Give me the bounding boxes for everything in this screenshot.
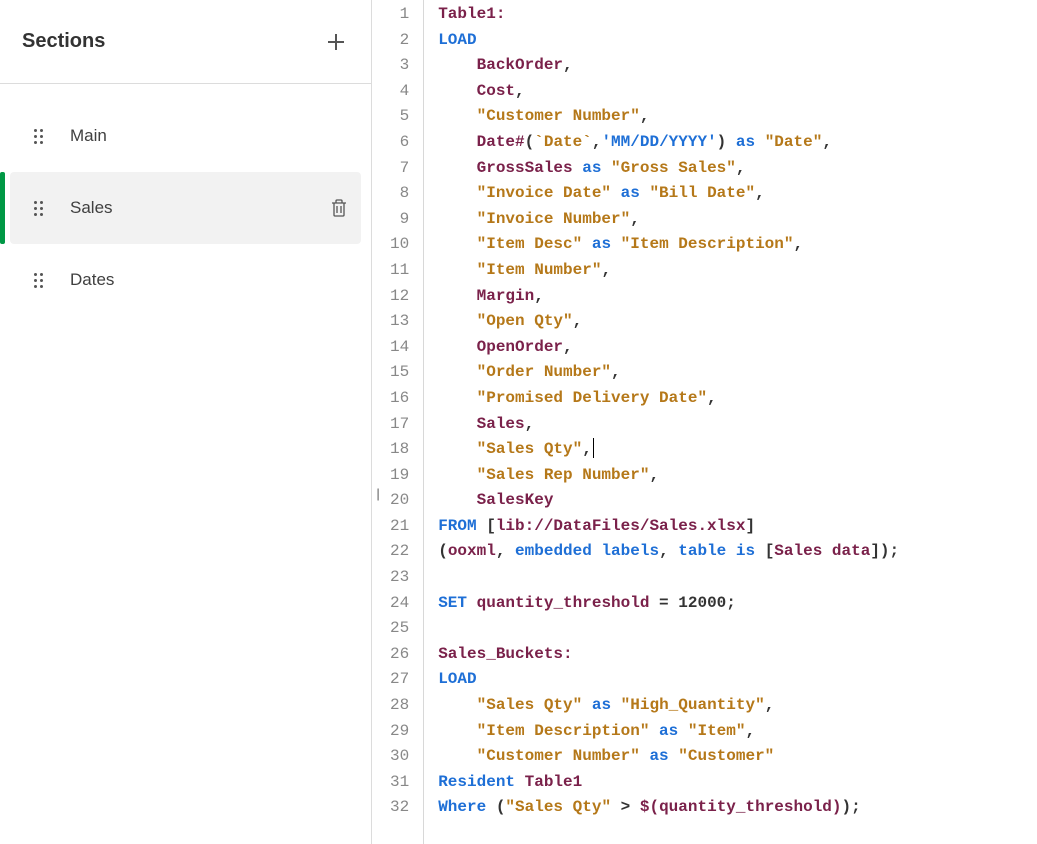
code-line[interactable]: Where ("Sales Qty" > $(quantity_threshol… (438, 795, 1037, 821)
code-line[interactable] (438, 616, 1037, 642)
line-number: 17 (390, 412, 409, 438)
code-line[interactable]: "Invoice Date" as "Bill Date", (438, 181, 1037, 207)
code-line[interactable]: LOAD (438, 667, 1037, 693)
line-number: 19 (390, 463, 409, 489)
line-number: 31 (390, 770, 409, 796)
sidebar-item-label: Main (70, 126, 355, 146)
drag-handle-icon[interactable] (34, 129, 48, 144)
line-number: 29 (390, 719, 409, 745)
sidebar-item-sales[interactable]: Sales (10, 172, 361, 244)
line-number: 23 (390, 565, 409, 591)
line-number: 13 (390, 309, 409, 335)
code-line[interactable]: "Promised Delivery Date", (438, 386, 1037, 412)
code-line[interactable]: "Sales Rep Number", (438, 463, 1037, 489)
add-section-button[interactable] (325, 31, 347, 53)
code-line[interactable]: "Item Description" as "Item", (438, 719, 1037, 745)
line-number: 11 (390, 258, 409, 284)
line-number: 4 (390, 79, 409, 105)
section-list: Main Sales Dates (0, 84, 371, 316)
line-number: 10 (390, 232, 409, 258)
drag-handle-icon[interactable] (34, 273, 48, 288)
line-number: 25 (390, 616, 409, 642)
code-line[interactable]: OpenOrder, (438, 335, 1037, 361)
line-number: 1 (390, 2, 409, 28)
line-number: 21 (390, 514, 409, 540)
code-line[interactable]: Resident Table1 (438, 770, 1037, 796)
sidebar-item-main[interactable]: Main (0, 100, 371, 172)
line-number: 9 (390, 207, 409, 233)
code-line[interactable]: Cost, (438, 79, 1037, 105)
line-number: 20 (390, 488, 409, 514)
line-number: 22 (390, 539, 409, 565)
code-line[interactable]: "Customer Number" as "Customer" (438, 744, 1037, 770)
text-cursor (593, 438, 594, 458)
code-line[interactable]: "Sales Qty" as "High_Quantity", (438, 693, 1037, 719)
code-line[interactable]: "Invoice Number", (438, 207, 1037, 233)
code-line[interactable]: LOAD (438, 28, 1037, 54)
script-editor[interactable]: 1234567891011121314151617181920212223242… (372, 0, 1037, 844)
drag-handle-icon[interactable] (34, 201, 48, 216)
line-number: 6 (390, 130, 409, 156)
sidebar-item-label: Sales (70, 198, 329, 218)
sections-title: Sections (22, 30, 105, 53)
sidebar-item-dates[interactable]: Dates (0, 244, 371, 316)
code-line[interactable]: BackOrder, (438, 53, 1037, 79)
delete-section-button[interactable] (329, 198, 349, 218)
line-number: 8 (390, 181, 409, 207)
code-line[interactable]: GrossSales as "Gross Sales", (438, 156, 1037, 182)
code-line[interactable]: "Sales Qty", (438, 437, 1037, 463)
line-number: 26 (390, 642, 409, 668)
sidebar-item-label: Dates (70, 270, 355, 290)
code-area[interactable]: Table1:LOAD BackOrder, Cost, "Customer N… (424, 0, 1037, 844)
code-line[interactable]: "Item Number", (438, 258, 1037, 284)
line-number: 12 (390, 284, 409, 310)
trash-icon (330, 198, 348, 218)
code-line[interactable]: FROM [lib://DataFiles/Sales.xlsx] (438, 514, 1037, 540)
line-number: 5 (390, 104, 409, 130)
line-number: 18 (390, 437, 409, 463)
line-number: 3 (390, 53, 409, 79)
line-number: 24 (390, 591, 409, 617)
line-number-gutter: 1234567891011121314151617181920212223242… (372, 0, 424, 844)
sections-sidebar: Sections Main Sales (0, 0, 372, 844)
sections-header: Sections (0, 0, 371, 84)
line-number: 2 (390, 28, 409, 54)
panel-resize-handle[interactable]: || (376, 486, 377, 501)
code-line[interactable]: SET quantity_threshold = 12000; (438, 591, 1037, 617)
line-number: 27 (390, 667, 409, 693)
code-line[interactable]: SalesKey (438, 488, 1037, 514)
plus-icon (326, 32, 346, 52)
code-line[interactable]: "Customer Number", (438, 104, 1037, 130)
code-line[interactable]: "Order Number", (438, 360, 1037, 386)
code-line[interactable]: "Item Desc" as "Item Description", (438, 232, 1037, 258)
code-line[interactable]: Date#(`Date`,'MM/DD/YYYY') as "Date", (438, 130, 1037, 156)
code-line[interactable]: Sales, (438, 412, 1037, 438)
line-number: 14 (390, 335, 409, 361)
line-number: 32 (390, 795, 409, 821)
line-number: 28 (390, 693, 409, 719)
code-line[interactable]: Table1: (438, 2, 1037, 28)
line-number: 7 (390, 156, 409, 182)
code-line[interactable]: "Open Qty", (438, 309, 1037, 335)
code-line[interactable] (438, 565, 1037, 591)
line-number: 15 (390, 360, 409, 386)
code-line[interactable]: Margin, (438, 284, 1037, 310)
line-number: 30 (390, 744, 409, 770)
code-line[interactable]: Sales_Buckets: (438, 642, 1037, 668)
line-number: 16 (390, 386, 409, 412)
code-line[interactable]: (ooxml, embedded labels, table is [Sales… (438, 539, 1037, 565)
